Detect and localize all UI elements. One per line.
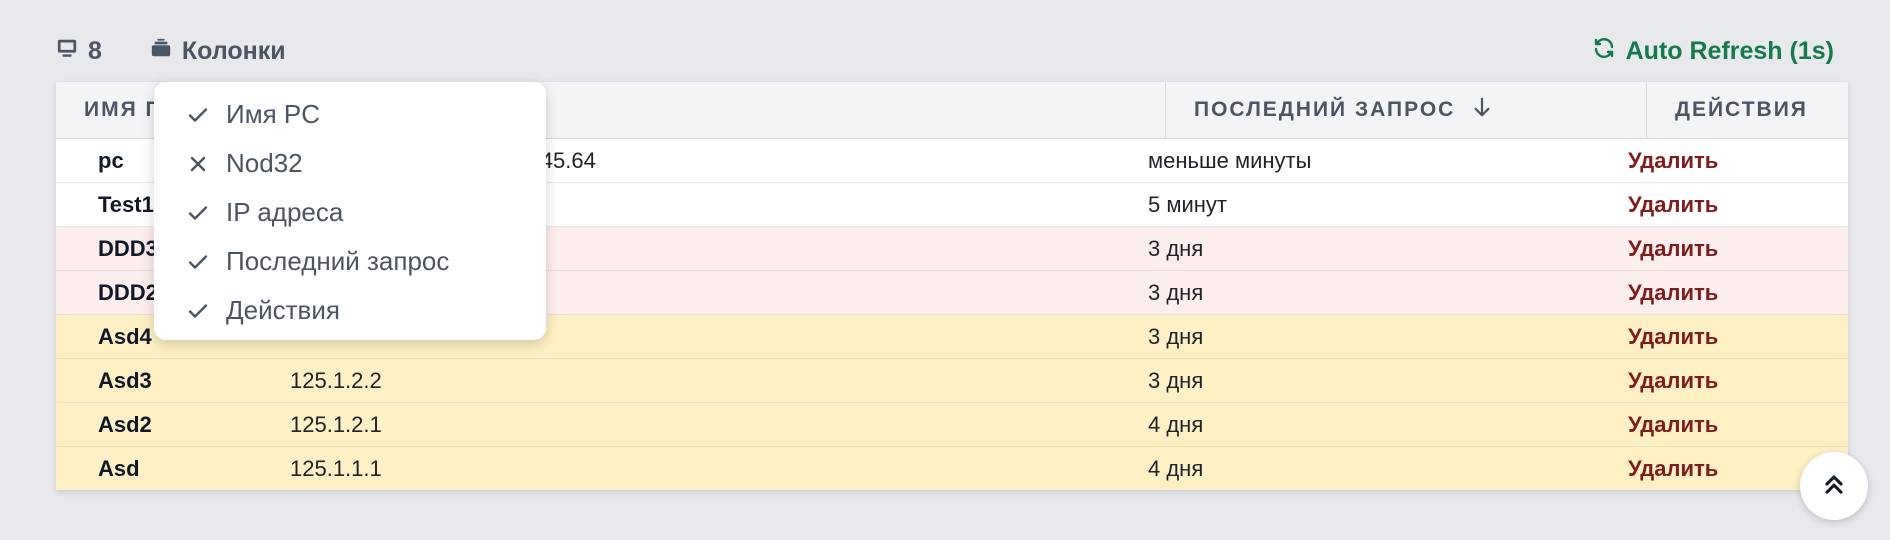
columns-menu-item-label: IP адреса xyxy=(226,197,344,227)
cell-ip: 125.1.2.2 xyxy=(290,367,382,393)
cell-last-request: 3 дня xyxy=(1148,323,1204,349)
columns-menu: Имя PC Nod32 IP адреса Последний запрос … xyxy=(154,82,546,340)
sort-arrow-down-icon xyxy=(1455,96,1493,124)
cell-pc-name: Asd2 xyxy=(98,411,152,437)
check-icon xyxy=(184,101,212,129)
header-actions-label: ДЕЙСТВИЯ xyxy=(1675,98,1808,121)
check-icon xyxy=(184,248,212,276)
cell-ip: 125.1.1.1 xyxy=(290,455,382,481)
pc-count-value: 8 xyxy=(88,36,102,65)
delete-button[interactable]: Удалить xyxy=(1628,368,1718,394)
auto-refresh-button[interactable]: Auto Refresh (1s) xyxy=(1592,36,1834,67)
header-last-request-label: ПОСЛЕДНИЙ ЗАПРОС xyxy=(1194,98,1456,121)
columns-button[interactable]: Колонки xyxy=(150,37,286,66)
header-actions[interactable]: ДЕЙСТВИЯ xyxy=(1647,82,1848,138)
header-pc-name-label: ИМЯ П xyxy=(84,98,163,121)
cell-last-request: 4 дня xyxy=(1148,455,1204,481)
toolbar: 8 Колонки Auto Refresh (1s) xyxy=(56,28,1834,74)
table-row: Asd3 125.1.2.2 3 дня Удалить xyxy=(56,359,1848,403)
cross-icon xyxy=(184,150,212,178)
cell-ip: 125.1.2.1 xyxy=(290,411,382,437)
columns-menu-item[interactable]: Действия xyxy=(154,286,546,335)
delete-button[interactable]: Удалить xyxy=(1628,280,1718,306)
table-row: Asd2 125.1.2.1 4 дня Удалить xyxy=(56,403,1848,447)
columns-menu-item[interactable]: IP адреса xyxy=(154,188,546,237)
pc-count: 8 xyxy=(56,37,102,66)
delete-button[interactable]: Удалить xyxy=(1628,148,1718,174)
header-last-request[interactable]: ПОСЛЕДНИЙ ЗАПРОС xyxy=(1166,82,1647,138)
columns-menu-item[interactable]: Nod32 xyxy=(154,139,546,188)
cell-last-request: 4 дня xyxy=(1148,411,1204,437)
cell-pc-name: Asd xyxy=(98,455,140,481)
columns-menu-item-label: Действия xyxy=(226,295,340,325)
delete-button[interactable]: Удалить xyxy=(1628,236,1718,262)
cell-last-request: меньше минуты xyxy=(1148,147,1312,173)
columns-icon xyxy=(150,37,172,66)
columns-menu-item-label: Имя PC xyxy=(226,99,320,129)
columns-menu-item-label: Последний запрос xyxy=(226,246,450,276)
columns-menu-item[interactable]: Имя PC xyxy=(154,90,546,139)
columns-menu-item-label: Nod32 xyxy=(226,148,303,178)
cell-last-request: 3 дня xyxy=(1148,235,1204,261)
auto-refresh-label: Auto Refresh (1s) xyxy=(1625,36,1834,65)
chevrons-up-icon xyxy=(1820,470,1848,503)
delete-button[interactable]: Удалить xyxy=(1628,412,1718,438)
refresh-icon xyxy=(1592,36,1616,67)
delete-button[interactable]: Удалить xyxy=(1628,192,1718,218)
check-icon xyxy=(184,297,212,325)
monitor-icon xyxy=(56,37,78,66)
cell-pc-name: Asd3 xyxy=(98,367,152,393)
columns-menu-item[interactable]: Последний запрос xyxy=(154,237,546,286)
columns-button-label: Колонки xyxy=(181,36,286,65)
cell-last-request: 3 дня xyxy=(1148,279,1204,305)
cell-last-request: 5 минут xyxy=(1148,191,1227,217)
check-icon xyxy=(184,199,212,227)
cell-last-request: 3 дня xyxy=(1148,367,1204,393)
scroll-to-top-button[interactable] xyxy=(1800,452,1868,520)
delete-button[interactable]: Удалить xyxy=(1628,456,1718,482)
table-row: Asd 125.1.1.1 4 дня Удалить xyxy=(56,447,1848,490)
delete-button[interactable]: Удалить xyxy=(1628,324,1718,350)
